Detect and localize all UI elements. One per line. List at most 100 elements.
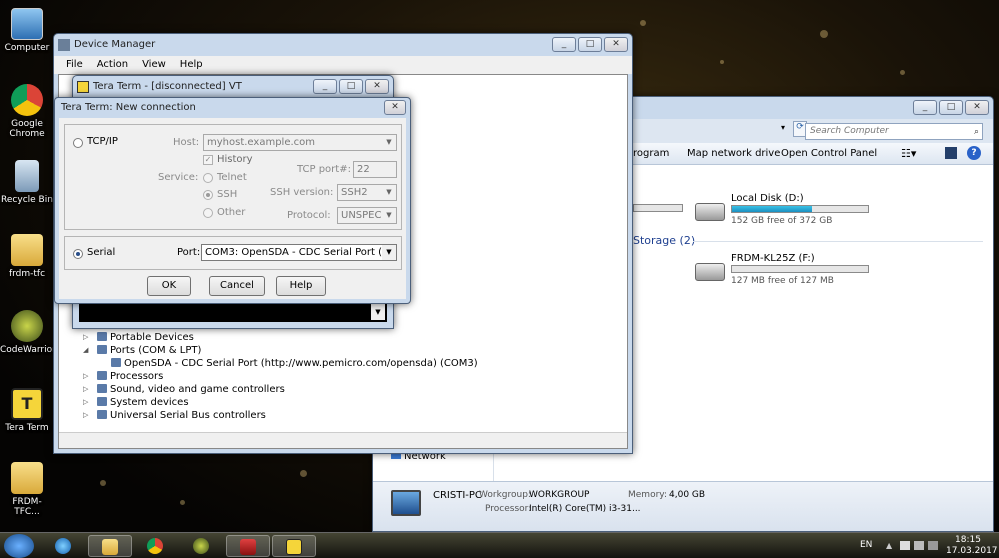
help-icon[interactable]: ? (967, 146, 981, 160)
preview-pane-icon[interactable] (945, 147, 957, 159)
maximize-button[interactable]: □ (339, 79, 363, 94)
minimize-button[interactable]: _ (313, 79, 337, 94)
tree-item-portable-devices[interactable]: ▷ Portable Devices (83, 331, 478, 344)
scroll-down-icon[interactable]: ▼ (371, 304, 385, 320)
desktop-icon-computer[interactable]: Computer (0, 8, 54, 53)
protocol-select[interactable]: UNSPEC ▼ (337, 207, 397, 224)
signal-icon[interactable] (900, 541, 910, 550)
chevron-down-icon[interactable]: ▼ (382, 135, 396, 150)
menu-file[interactable]: File (66, 56, 83, 74)
ok-button[interactable]: OK (147, 276, 191, 296)
folder-icon (11, 462, 43, 494)
cancel-button[interactable]: Cancel (209, 276, 265, 296)
storage-group-header[interactable]: Storage (2) (633, 234, 695, 247)
expand-arrow-icon[interactable]: ▷ (83, 396, 88, 409)
dialog-titlebar[interactable]: Tera Term: New connection ✕ (55, 98, 410, 118)
desktop-icon-label: Tera Term (5, 423, 49, 433)
language-indicator[interactable]: EN (860, 540, 872, 550)
collapse-arrow-icon[interactable]: ◢ (83, 344, 88, 357)
chevron-down-icon[interactable]: ▾ (781, 123, 785, 132)
open-control-panel-command[interactable]: Open Control Panel (781, 148, 877, 159)
telnet-radio[interactable] (203, 173, 213, 183)
tcpip-radio[interactable] (73, 138, 83, 148)
network-tray-icon[interactable] (914, 541, 924, 550)
start-button[interactable] (4, 534, 34, 558)
tree-item-opensda-port[interactable]: OpenSDA - CDC Serial Port (http://www.pe… (83, 357, 478, 370)
menu-action[interactable]: Action (97, 56, 128, 74)
taskbar-device-manager[interactable] (226, 535, 270, 557)
minimize-button[interactable]: _ (913, 100, 937, 115)
menu-help[interactable]: Help (180, 56, 203, 74)
expand-arrow-icon[interactable]: ▷ (83, 383, 88, 396)
desktop-icon-label: Computer (4, 43, 50, 53)
drive-name[interactable]: Local Disk (D:) (731, 193, 804, 204)
help-button[interactable]: Help (276, 276, 326, 296)
close-button[interactable]: ✕ (384, 100, 406, 115)
details-pane: CRISTI-PC Workgroup: WORKGROUP Memory: 4… (373, 481, 993, 531)
new-connection-dialog: Tera Term: New connection ✕ TCP/IP Host:… (54, 97, 411, 304)
drive-free-space: 127 MB free of 127 MB (731, 276, 834, 286)
host-field[interactable]: myhost.example.com ▼ (203, 134, 397, 151)
status-bar (59, 432, 627, 448)
port-select[interactable]: COM3: OpenSDA - CDC Serial Port (htt ▼ (201, 244, 397, 261)
uninstall-program-command[interactable]: rogram (633, 148, 669, 159)
taskbar-codewarrior[interactable] (180, 535, 224, 557)
volume-icon[interactable] (928, 541, 938, 550)
search-input[interactable]: Search Computer ⌕ (805, 123, 983, 140)
taskbar-chrome[interactable] (134, 535, 178, 557)
close-button[interactable]: ✕ (604, 37, 628, 52)
desktop-icon-recycle-bin[interactable]: Recycle Bin (0, 160, 54, 205)
drive-name[interactable]: FRDM-KL25Z (F:) (731, 253, 815, 264)
chevron-down-icon[interactable]: ▼ (382, 245, 396, 260)
desktop-icon-chrome[interactable]: Google Chrome (0, 84, 54, 139)
other-radio[interactable] (203, 208, 213, 218)
desktop-icon-frdm-tfc-2[interactable]: FRDM-TFC... (0, 462, 54, 517)
tree-item-usb-controllers[interactable]: ▷ Universal Serial Bus controllers (83, 409, 478, 422)
tera-term-vt-titlebar[interactable]: Tera Term - [disconnected] VT _ □ ✕ (73, 76, 393, 98)
clock-time: 18:15 (955, 535, 981, 545)
maximize-button[interactable]: □ (578, 37, 602, 52)
tree-item-system-devices[interactable]: ▷ System devices (83, 396, 478, 409)
recycle-bin-icon (15, 160, 39, 192)
chevron-down-icon[interactable]: ▼ (382, 208, 396, 223)
chrome-icon (147, 538, 163, 554)
minimize-button[interactable]: _ (552, 37, 576, 52)
tree-item-sound-video[interactable]: ▷ Sound, video and game controllers (83, 383, 478, 396)
clock[interactable]: 18:15 17.03.2017 (946, 535, 998, 557)
history-checkbox[interactable]: ✓ (203, 155, 213, 165)
hidden-drive-bar (633, 204, 683, 212)
expand-arrow-icon[interactable]: ▷ (83, 370, 88, 383)
desktop-icon-frdm-tfc[interactable]: frdm-tfc (0, 234, 54, 279)
other-label: Other (217, 207, 246, 218)
taskbar-tera-term[interactable] (272, 535, 316, 557)
expand-arrow-icon[interactable]: ▷ (83, 409, 88, 422)
chevron-down-icon[interactable]: ▼ (382, 185, 396, 200)
usb-icon (97, 410, 107, 419)
tree-item-ports[interactable]: ◢ Ports (COM & LPT) (83, 344, 478, 357)
device-manager-titlebar[interactable]: Device Manager _ □ ✕ (54, 34, 632, 56)
drive-usage-bar (731, 265, 869, 273)
expand-arrow-icon[interactable]: ▷ (83, 331, 88, 344)
ssh-radio[interactable] (203, 190, 213, 200)
tcp-port-field[interactable]: 22 (353, 161, 397, 178)
desktop-icon-label: frdm-tfc (8, 269, 46, 279)
desktop-icon-tera-term[interactable]: T Tera Term (0, 388, 54, 433)
device-manager-icon (58, 39, 70, 51)
view-options-icon[interactable]: ☷▾ (901, 147, 916, 160)
close-button[interactable]: ✕ (965, 100, 989, 115)
tree-item-processors[interactable]: ▷ Processors (83, 370, 478, 383)
codewarrior-icon (11, 310, 43, 342)
ssh-version-select[interactable]: SSH2 ▼ (337, 184, 397, 201)
desktop-icon-codewarrior[interactable]: CodeWarrior (0, 310, 56, 355)
serial-radio[interactable] (73, 249, 83, 259)
taskbar-ie[interactable] (42, 535, 86, 557)
terminal-area[interactable] (79, 302, 387, 322)
workgroup-value: WORKGROUP (529, 490, 590, 500)
search-icon[interactable]: ⌕ (974, 125, 979, 140)
close-button[interactable]: ✕ (365, 79, 389, 94)
tray-expand-icon[interactable]: ▲ (886, 541, 892, 550)
taskbar-explorer[interactable] (88, 535, 132, 557)
map-network-drive-command[interactable]: Map network drive (687, 148, 780, 159)
menu-view[interactable]: View (142, 56, 166, 74)
maximize-button[interactable]: □ (939, 100, 963, 115)
